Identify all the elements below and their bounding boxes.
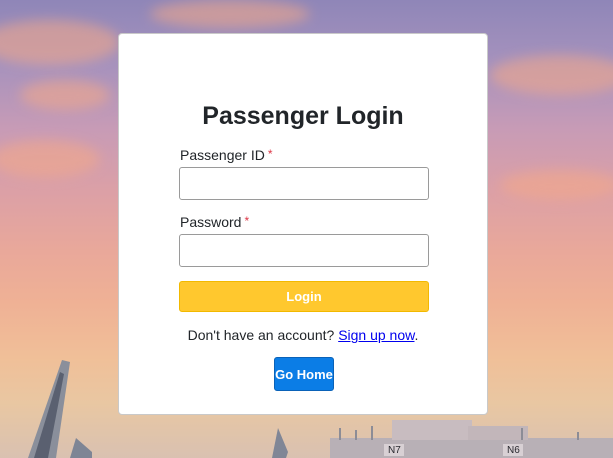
gate-sign-n6: N6: [507, 445, 520, 456]
terminal-building: [330, 438, 613, 458]
login-card: Passenger Login Passenger ID * Password * …: [118, 33, 488, 415]
terminal-tower: [392, 420, 472, 440]
password-input[interactable]: [179, 234, 429, 267]
terminal-roof: [468, 426, 528, 440]
gate-sign-n7: N7: [388, 445, 401, 456]
tail-fin: [70, 438, 92, 458]
login-button[interactable]: Login: [179, 281, 429, 312]
required-mark: *: [267, 147, 273, 161]
signup-link[interactable]: Sign up now: [338, 327, 414, 343]
signup-prefix: Don't have an account?: [187, 327, 335, 343]
password-label-text: Password: [180, 214, 242, 230]
page-title: Passenger Login: [202, 102, 404, 130]
passenger-id-label: Passenger ID *: [180, 147, 273, 163]
required-mark: *: [244, 214, 250, 228]
go-home-button[interactable]: Go Home: [274, 357, 334, 391]
signup-prompt: Don't have an account? Sign up now.: [119, 327, 487, 343]
passenger-id-input[interactable]: [179, 167, 429, 200]
password-label: Password *: [180, 214, 249, 230]
passenger-id-label-text: Passenger ID: [180, 147, 265, 163]
tail-fin: [272, 428, 288, 458]
signup-suffix: .: [414, 327, 419, 343]
